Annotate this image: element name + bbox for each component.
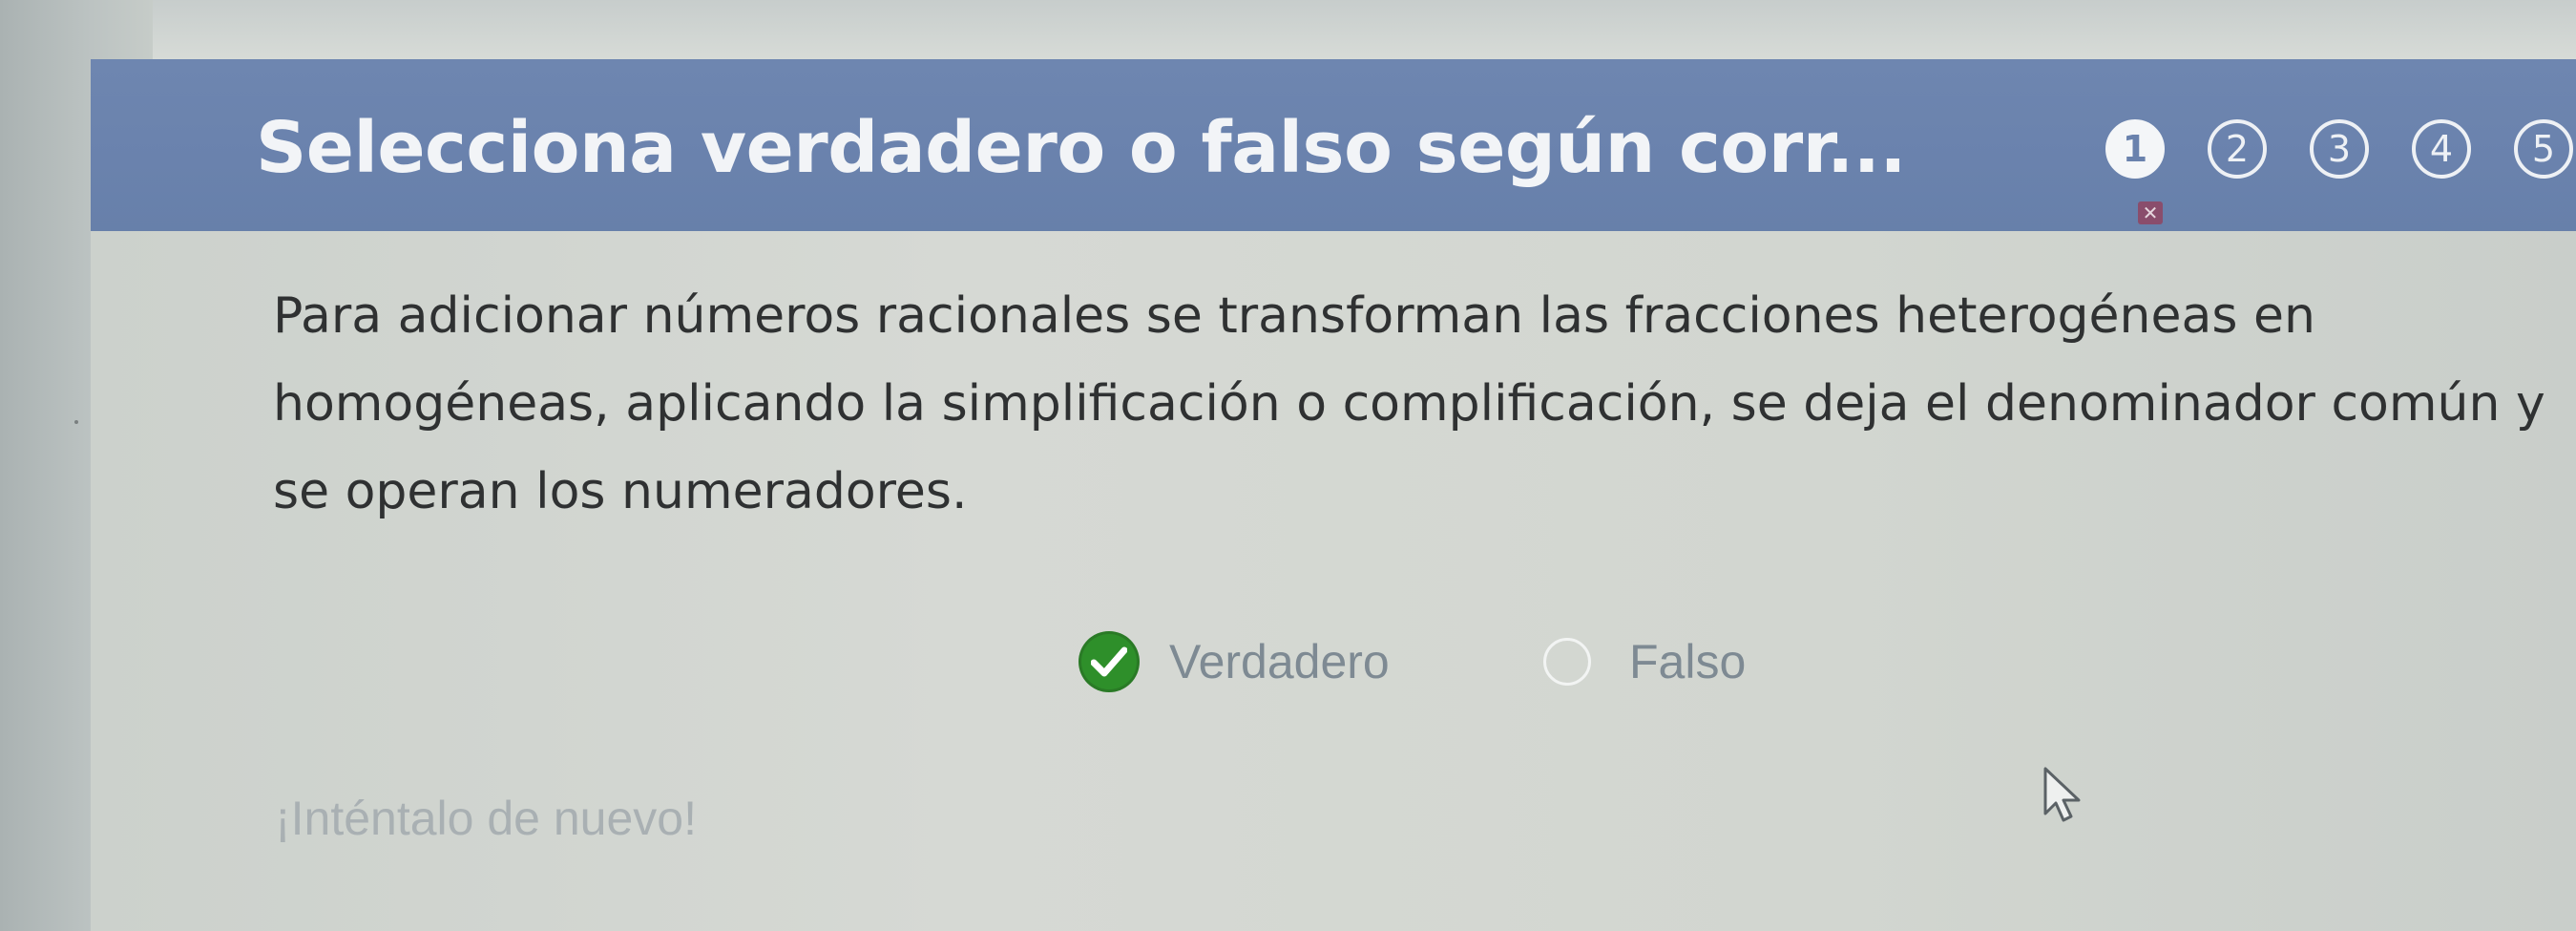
- radio-empty-icon[interactable]: [1543, 638, 1591, 686]
- option-verdadero[interactable]: Verdadero: [1081, 634, 1390, 689]
- quiz-title: Selecciona verdadero o falso según corr.…: [256, 107, 1906, 189]
- step-5-button[interactable]: 5: [2514, 119, 2573, 179]
- step-1-button[interactable]: 1: [2105, 119, 2165, 179]
- question-text: Para adicionar números racionales se tra…: [273, 287, 2545, 520]
- step-4-button[interactable]: 4: [2412, 119, 2471, 179]
- screen-top-background: [0, 0, 2576, 59]
- option-falso[interactable]: Falso: [1543, 634, 1746, 689]
- option-verdadero-label: Verdadero: [1169, 635, 1390, 688]
- screen-speck: [74, 420, 78, 424]
- mouse-pointer-icon: [2042, 766, 2086, 828]
- check-icon[interactable]: [1081, 634, 1137, 689]
- option-falso-label: Falso: [1629, 635, 1747, 688]
- step-3-button[interactable]: 3: [2310, 119, 2369, 179]
- step-2-button[interactable]: 2: [2208, 119, 2267, 179]
- current-step-marker-icon: ✕: [2138, 201, 2163, 224]
- feedback-message: ¡Inténtalo de nuevo!: [275, 792, 697, 845]
